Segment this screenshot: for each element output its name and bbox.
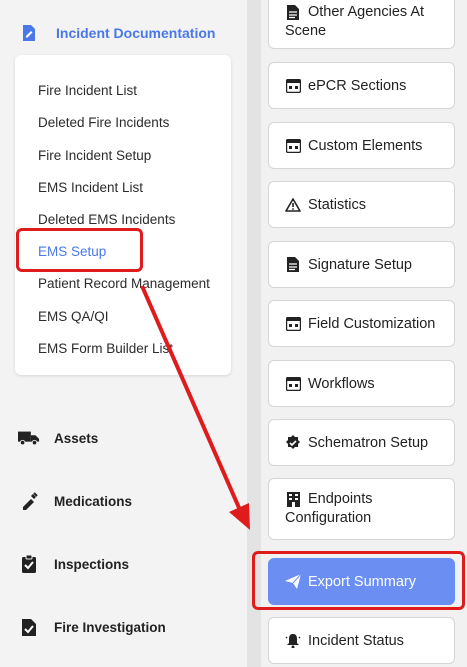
clipboard-check-icon [18, 554, 40, 574]
card-signature-setup[interactable]: Signature Setup [268, 241, 455, 288]
building-icon [285, 492, 301, 508]
file-search-icon [18, 617, 40, 637]
card-custom-elements[interactable]: Custom Elements [268, 122, 455, 169]
card-label: ePCR Sections [308, 77, 407, 94]
incident-documentation-submenu: Fire Incident List Deleted Fire Incident… [15, 55, 231, 375]
sidebar: Incident Documentation Fire Incident Lis… [0, 0, 247, 667]
sidebar-item-assets[interactable]: Assets [18, 426, 98, 450]
document-icon [285, 257, 301, 273]
warning-icon [285, 197, 301, 213]
sidebar-item-fire-investigation[interactable]: Fire Investigation [18, 615, 166, 639]
form-icon [285, 138, 301, 154]
bell-icon [285, 633, 301, 649]
card-label: Schematron Setup [308, 434, 429, 451]
card-statistics[interactable]: Statistics [268, 181, 455, 228]
submenu-item-deleted-ems-incidents[interactable]: Deleted EMS Incidents [38, 210, 175, 230]
sidebar-item-medications[interactable]: Medications [18, 489, 132, 513]
document-icon [285, 4, 301, 20]
submenu-item-ems-incident-list[interactable]: EMS Incident List [38, 178, 143, 198]
card-label-line1: Other Agencies At [308, 3, 425, 20]
badge-check-icon [285, 434, 301, 451]
submenu-item-ems-qa-qi[interactable]: EMS QA/QI [38, 307, 109, 327]
form-icon [285, 316, 301, 332]
card-label-line1: Endpoints [308, 491, 373, 507]
sidebar-item-label: Assets [54, 430, 99, 446]
export-summary-button[interactable]: Export Summary [268, 558, 455, 605]
card-label-line2: Scene [285, 22, 327, 39]
submenu-item-ems-setup[interactable]: EMS Setup [38, 242, 106, 262]
submenu-item-deleted-fire-incidents[interactable]: Deleted Fire Incidents [38, 113, 169, 133]
card-label: Signature Setup [308, 256, 412, 273]
sidebar-section-incident-documentation[interactable]: Incident Documentation [18, 22, 215, 44]
send-icon [285, 574, 301, 590]
submenu-item-patient-record-management[interactable]: Patient Record Management [38, 274, 210, 294]
form-icon [285, 376, 301, 392]
sidebar-item-label: Inspections [54, 556, 130, 572]
card-field-customization[interactable]: Field Customization [268, 300, 455, 347]
card-label: Workflows [308, 375, 375, 392]
card-endpoints-configuration[interactable]: Endpoints Configuration [268, 478, 455, 540]
card-other-agencies-at-scene[interactable]: Other Agencies At Scene [268, 0, 455, 49]
submenu-item-fire-incident-list[interactable]: Fire Incident List [38, 81, 137, 101]
card-label: Statistics [308, 196, 367, 213]
sidebar-item-label: Fire Investigation [54, 619, 166, 635]
submenu-item-ems-form-builder-list[interactable]: EMS Form Builder List [38, 339, 173, 359]
sidebar-item-inspections[interactable]: Inspections [18, 552, 129, 576]
submenu-item-fire-incident-setup[interactable]: Fire Incident Setup [38, 146, 151, 166]
truck-icon [18, 428, 40, 448]
card-workflows[interactable]: Workflows [268, 360, 455, 407]
card-epcr-sections[interactable]: ePCR Sections [268, 62, 455, 109]
card-label: Custom Elements [308, 137, 423, 154]
form-icon [285, 78, 301, 94]
panel-divider [247, 0, 261, 667]
syringe-icon [18, 491, 40, 511]
card-schematron-setup[interactable]: Schematron Setup [268, 419, 455, 466]
sidebar-section-label: Incident Documentation [56, 25, 216, 41]
sidebar-item-label: Medications [54, 493, 133, 509]
card-label-line2: Configuration [285, 510, 372, 526]
card-incident-status[interactable]: Incident Status [268, 617, 455, 664]
card-label: Incident Status [308, 632, 404, 649]
card-label: Field Customization [308, 315, 436, 332]
card-label: Export Summary [308, 573, 416, 590]
file-edit-icon [18, 23, 40, 43]
